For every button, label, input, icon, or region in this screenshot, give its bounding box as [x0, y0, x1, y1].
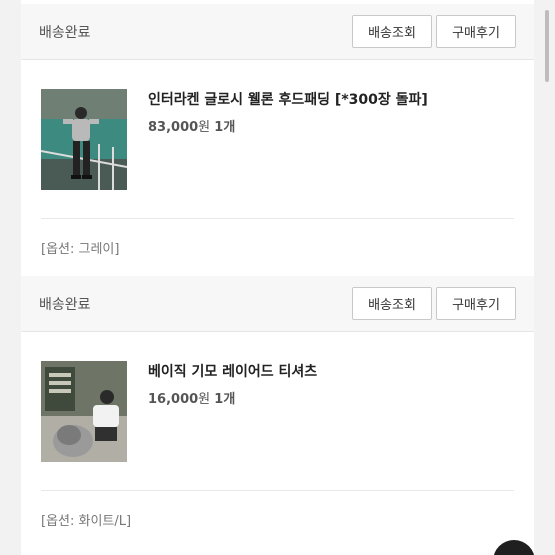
write-review-button[interactable]: 구매후기 [436, 15, 516, 48]
track-delivery-button[interactable]: 배송조회 [352, 287, 432, 320]
left-gutter [0, 0, 21, 555]
price-value: 83,000 [148, 120, 199, 135]
order-header: 배송완료 배송조회 구매후기 [21, 4, 534, 60]
scrollbar-thumb[interactable] [545, 10, 549, 82]
track-delivery-button[interactable]: 배송조회 [352, 15, 432, 48]
price-value: 16,000 [148, 392, 199, 407]
divider [41, 490, 514, 491]
order-status: 배송완료 [39, 24, 91, 41]
product-option: [옵션: 화이트/L] [41, 514, 132, 529]
product-thumbnail[interactable] [41, 89, 127, 190]
product-photo-image [41, 89, 127, 190]
product-thumbnail[interactable] [41, 361, 127, 462]
price-currency: 원 [198, 392, 211, 407]
order-header: 배송완료 배송조회 구매후기 [21, 276, 534, 332]
order-item[interactable]: 베이직 기모 레이어드 티셔츠 16,000원 1개 [옵션: 화이트/L] [21, 333, 534, 555]
product-option: [옵션: 그레이] [41, 242, 120, 257]
price-quantity: 83,000원 1개 [148, 116, 235, 135]
right-gutter [534, 0, 555, 555]
price-currency: 원 [198, 120, 211, 135]
quantity: 1개 [214, 392, 236, 407]
price-quantity: 16,000원 1개 [148, 388, 235, 407]
quantity: 1개 [214, 120, 236, 135]
order-status: 배송완료 [39, 296, 91, 313]
product-name[interactable]: 베이직 기모 레이어드 티셔츠 [148, 361, 317, 381]
product-photo-image [41, 361, 127, 462]
write-review-button[interactable]: 구매후기 [436, 287, 516, 320]
product-name[interactable]: 인터라켄 글로시 웰론 후드패딩 [*300장 돌파] [148, 89, 428, 109]
divider [41, 218, 514, 219]
order-item[interactable]: 인터라켄 글로시 웰론 후드패딩 [*300장 돌파] 83,000원 1개 [… [21, 61, 534, 280]
